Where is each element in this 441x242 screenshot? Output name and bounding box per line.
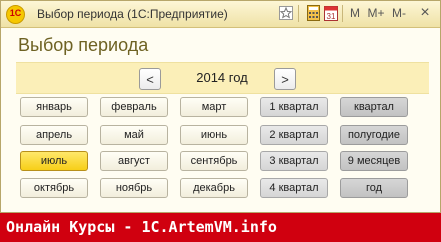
month-button-july[interactable]: июль bbox=[20, 151, 88, 171]
quarter-button-4[interactable]: 4 квартал bbox=[260, 178, 328, 198]
close-button[interactable]: × bbox=[415, 4, 435, 22]
memory-plus-button[interactable]: M+ bbox=[365, 4, 387, 22]
month-button-june[interactable]: июнь bbox=[180, 125, 248, 145]
window-title: Выбор периода (1С:Предприятие) bbox=[37, 7, 228, 21]
svg-text:31: 31 bbox=[327, 12, 336, 21]
period-button-half-year[interactable]: полугодие bbox=[340, 125, 408, 145]
quarter-button-2[interactable]: 2 квартал bbox=[260, 125, 328, 145]
title-bar: 1С Выбор периода (1С:Предприятие) 31 M M… bbox=[1, 1, 440, 28]
period-selection-window: 1С Выбор периода (1С:Предприятие) 31 M M… bbox=[0, 0, 441, 213]
memory-button[interactable]: M bbox=[346, 4, 364, 22]
month-button-may[interactable]: май bbox=[100, 125, 168, 145]
quarter-button-1[interactable]: 1 квартал bbox=[260, 97, 328, 117]
period-button-quarter[interactable]: квартал bbox=[340, 97, 408, 117]
month-button-december[interactable]: декабрь bbox=[180, 178, 248, 198]
calculator-icon[interactable] bbox=[305, 4, 321, 22]
footer-banner: Онлайн Курсы - 1С.ArtemVM.info bbox=[0, 213, 441, 242]
month-button-november[interactable]: ноябрь bbox=[100, 178, 168, 198]
previous-year-button[interactable]: < bbox=[139, 68, 161, 90]
current-year-label: 2014 год bbox=[196, 70, 248, 85]
year-navigation-bar: < 2014 год > bbox=[16, 62, 429, 94]
memory-minus-button[interactable]: M- bbox=[388, 4, 410, 22]
next-year-button[interactable]: > bbox=[274, 68, 296, 90]
month-button-august[interactable]: август bbox=[100, 151, 168, 171]
month-button-september[interactable]: сентябрь bbox=[180, 151, 248, 171]
quarter-button-3[interactable]: 3 квартал bbox=[260, 151, 328, 171]
toolbar-separator bbox=[298, 5, 299, 22]
form-heading: Выбор периода bbox=[18, 35, 149, 55]
month-button-february[interactable]: февраль bbox=[100, 97, 168, 117]
month-button-march[interactable]: март bbox=[180, 97, 248, 117]
favorite-star-icon[interactable] bbox=[277, 4, 295, 22]
1c-logo-icon: 1С bbox=[6, 5, 25, 24]
month-button-january[interactable]: январь bbox=[20, 97, 88, 117]
toolbar-separator bbox=[342, 5, 343, 22]
month-button-april[interactable]: апрель bbox=[20, 125, 88, 145]
month-button-october[interactable]: октябрь bbox=[20, 178, 88, 198]
calendar-icon[interactable]: 31 bbox=[323, 4, 339, 22]
period-button-9-months[interactable]: 9 месяцев bbox=[340, 151, 408, 171]
period-button-year[interactable]: год bbox=[340, 178, 408, 198]
